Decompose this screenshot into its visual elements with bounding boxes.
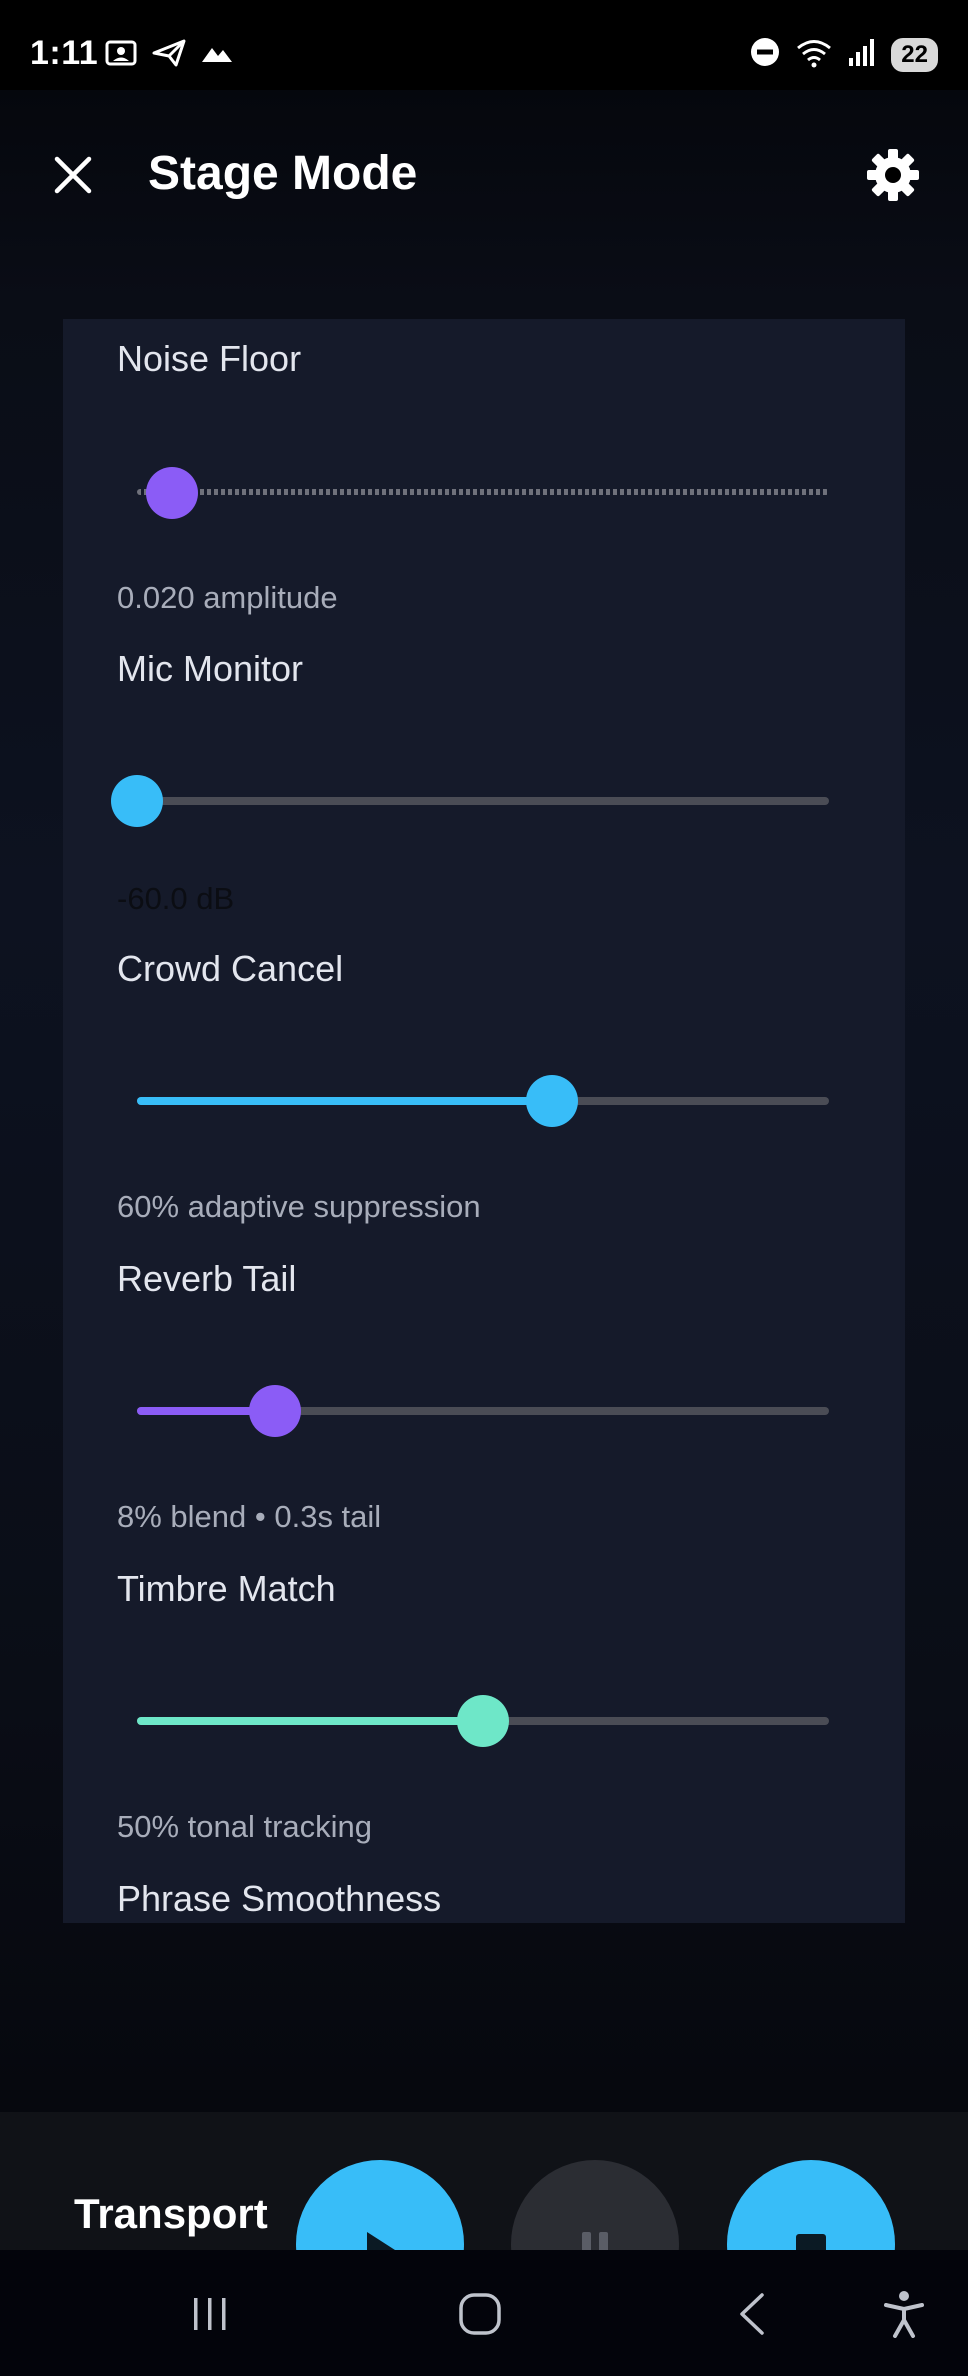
mic-monitor-slider[interactable] (111, 775, 829, 827)
do-not-disturb-icon (749, 36, 781, 73)
control-noise-floor: Noise Floor 0.020 amplitude (117, 338, 857, 613)
control-label: Noise Floor (117, 338, 302, 379)
close-button[interactable] (38, 140, 108, 210)
status-left-icons (104, 38, 234, 73)
reverb-tail-slider[interactable] (137, 1385, 829, 1437)
control-value: 50% tonal tracking (117, 1809, 373, 1844)
noise-floor-slider[interactable] (137, 467, 829, 519)
status-bar: 1:11 22 (0, 0, 968, 90)
timbre-match-slider[interactable] (137, 1695, 829, 1747)
wifi-icon (795, 36, 833, 73)
system-nav-bar (0, 2250, 968, 2376)
control-reverb-tail: Reverb Tail 8% blend • 0.3s tail (117, 1258, 857, 1532)
effects-panel: Noise Floor 0.020 amplitude Mic Monitor … (63, 319, 905, 1923)
signal-icon (847, 36, 877, 73)
stop-icon (796, 2234, 826, 2250)
close-icon (54, 156, 92, 194)
send-icon (152, 38, 186, 73)
home-icon (459, 2293, 501, 2335)
back-button[interactable] (722, 2284, 782, 2344)
control-label: Mic Monitor (117, 648, 304, 689)
slider-thumb[interactable] (111, 775, 163, 827)
battery-indicator: 22 (891, 37, 938, 72)
accessibility-button[interactable] (874, 2284, 934, 2344)
slider-thumb[interactable] (145, 467, 198, 519)
back-icon (740, 2293, 764, 2335)
screenshot-icon (104, 38, 138, 73)
stop-button[interactable] (727, 2160, 895, 2250)
control-timbre-match: Timbre Match 50% tonal tracking (117, 1568, 857, 1842)
control-value: 8% blend • 0.3s tail (117, 1499, 382, 1534)
control-label: Crowd Cancel (117, 948, 344, 989)
recent-apps-icon (194, 2298, 226, 2330)
control-label: Timbre Match (117, 1568, 336, 1609)
page-title: Stage Mode (148, 147, 418, 200)
accessibility-icon (884, 2291, 924, 2338)
recent-apps-button[interactable] (180, 2284, 240, 2344)
settings-button[interactable] (858, 140, 928, 210)
pause-icon (582, 2232, 608, 2250)
status-time: 1:11 (30, 34, 99, 72)
control-value: -60.0 dB (117, 881, 235, 916)
control-phrase-smoothness: Phrase Smoothness (117, 1881, 857, 1917)
control-label: Phrase Smoothness (117, 1878, 442, 1919)
slider-thumb[interactable] (526, 1075, 579, 1127)
control-label: Reverb Tail (117, 1258, 297, 1299)
home-button[interactable] (450, 2284, 510, 2344)
play-button[interactable] (296, 2160, 464, 2250)
control-crowd-cancel: Crowd Cancel 60% adaptive suppression (117, 948, 857, 1222)
play-icon (367, 2232, 395, 2250)
top-app-bar: Stage Mode (0, 90, 968, 250)
slider-thumb[interactable] (249, 1385, 302, 1437)
transport-label: Transport (74, 2190, 268, 2237)
crowd-cancel-slider[interactable] (137, 1075, 829, 1127)
slider-thumb[interactable] (457, 1695, 509, 1747)
slider-fill (137, 1097, 553, 1105)
control-value: 0.020 amplitude (117, 580, 338, 615)
gear-icon (867, 149, 919, 201)
pause-button[interactable] (511, 2160, 679, 2250)
transport-bar: Transport (0, 2112, 968, 2250)
control-value: 60% adaptive suppression (117, 1189, 481, 1224)
control-mic-monitor: Mic Monitor -60.0 dB (111, 648, 857, 914)
slider-fill (137, 1717, 483, 1725)
status-right-icons: 22 (749, 36, 938, 73)
cloud-icon (200, 38, 234, 73)
